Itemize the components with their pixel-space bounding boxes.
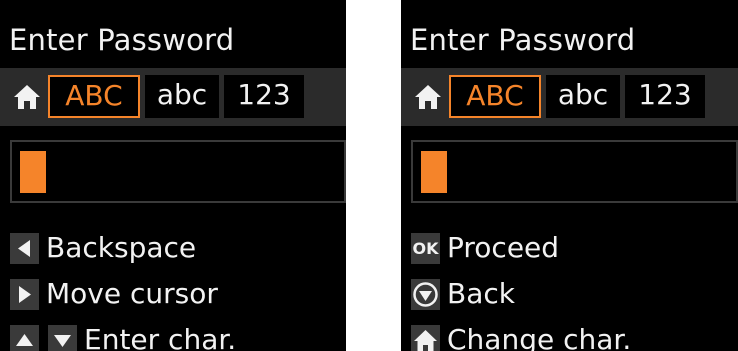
tab-uppercase[interactable]: ABC [449, 75, 541, 118]
screen-title: Enter Password [410, 23, 636, 57]
options-list: Backspace Move cursor Enter char. [0, 224, 346, 351]
home-icon[interactable] [12, 82, 42, 112]
password-screen-left: Enter Password ABC abc 123 Backspace Mov… [0, 0, 346, 351]
option-label: Backspace [46, 231, 197, 264]
ok-icon: OK [411, 233, 440, 264]
text-cursor [421, 151, 447, 193]
home-icon [411, 325, 440, 351]
tab-uppercase[interactable]: ABC [48, 75, 140, 118]
tab-lowercase[interactable]: abc [145, 75, 219, 118]
enter-char-option[interactable]: Enter char. [0, 320, 346, 351]
option-label: Back [447, 277, 515, 310]
back-icon [411, 279, 440, 310]
text-cursor [20, 151, 46, 193]
password-input[interactable] [411, 140, 738, 203]
option-label: Proceed [447, 231, 560, 264]
password-input[interactable] [10, 140, 346, 203]
options-list: OK Proceed Back Change char. [401, 224, 738, 351]
input-mode-bar: ABC abc 123 [401, 68, 738, 126]
arrow-up-icon [10, 325, 39, 351]
move-cursor-option[interactable]: Move cursor [0, 274, 346, 314]
tab-lowercase[interactable]: abc [546, 75, 620, 118]
option-label: Change char. [447, 323, 632, 351]
proceed-option[interactable]: OK Proceed [401, 228, 738, 268]
arrow-right-icon [10, 279, 39, 310]
arrow-left-icon [10, 233, 39, 264]
tab-numbers[interactable]: 123 [625, 75, 705, 118]
change-char-option[interactable]: Change char. [401, 320, 738, 351]
back-option[interactable]: Back [401, 274, 738, 314]
home-icon[interactable] [413, 82, 443, 112]
screen-title: Enter Password [9, 23, 235, 57]
option-label: Enter char. [84, 323, 237, 351]
tab-numbers[interactable]: 123 [224, 75, 304, 118]
password-screen-right: Enter Password ABC abc 123 OK Proceed Ba… [401, 0, 738, 351]
backspace-option[interactable]: Backspace [0, 228, 346, 268]
arrow-down-icon [48, 325, 77, 351]
option-label: Move cursor [46, 277, 218, 310]
input-mode-bar: ABC abc 123 [0, 68, 346, 126]
